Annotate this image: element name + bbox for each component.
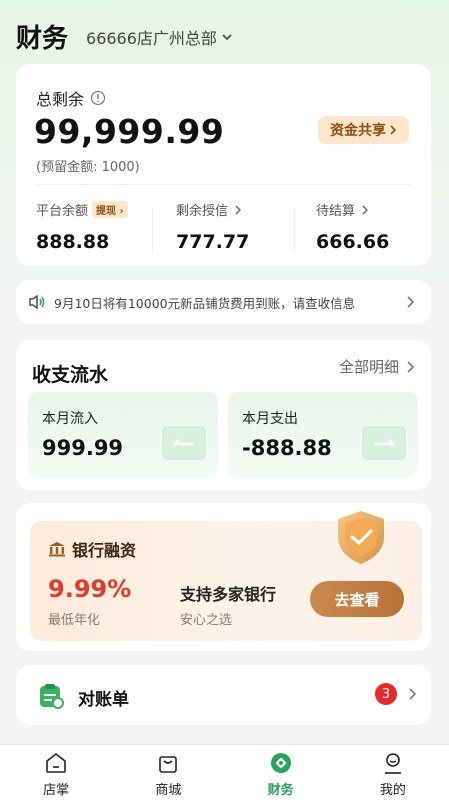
chevron-right-icon	[407, 296, 415, 308]
reassurance-text: 安心之选	[180, 613, 233, 628]
pending-settlement-value: 666.66	[316, 231, 390, 253]
cash-flow-card: 收支流水 全部明细 本月流入 999.99 本月支出 -888.88	[16, 340, 431, 490]
notification-badge: 3	[375, 683, 397, 705]
store-selector[interactable]: 66666店广州总部	[86, 25, 217, 49]
divider	[294, 208, 295, 252]
tab-home[interactable]: 店掌	[0, 745, 112, 800]
chevron-down-icon[interactable]	[221, 31, 233, 43]
income-arrow-icon	[162, 426, 206, 460]
expense-arrow-icon	[362, 426, 406, 460]
notice-text: 9月10日将有10000元新品铺货费用到账，请查收信息	[54, 295, 356, 311]
rate-value: 9.99%	[48, 575, 132, 603]
user-icon	[384, 753, 401, 774]
bank-financing-header: 银行融资	[48, 537, 136, 561]
monthly-income-label: 本月流入	[42, 411, 98, 427]
statement-label: 对账单	[78, 690, 129, 710]
tab-mall[interactable]: 商城	[112, 745, 224, 800]
statement-row[interactable]: 对账单 3	[16, 665, 431, 725]
view-all-label: 全部明细	[338, 358, 399, 376]
total-remaining-amount: 99,999.99	[34, 112, 225, 151]
chevron-right-icon	[407, 360, 415, 373]
finance-icon	[270, 753, 291, 773]
home-icon	[46, 752, 66, 773]
tab-finance[interactable]: 财务	[225, 745, 337, 800]
divider	[36, 184, 411, 185]
tab-label: 商城	[155, 783, 182, 798]
shopping-bag-icon	[159, 756, 178, 773]
total-remaining-label: 总剩余	[36, 86, 106, 110]
balance-card: 总剩余 99,999.99 (预留金额: 1000) 资金共享 平台余额 提现 …	[16, 64, 431, 266]
bottom-tab-bar: 店掌 商城 财务 我的	[0, 744, 449, 800]
chevron-right-icon	[409, 688, 417, 700]
monthly-income-box[interactable]: 本月流入 999.99	[28, 392, 218, 478]
remaining-credit-label: 剩余授信	[176, 204, 229, 219]
cash-flow-title: 收支流水	[32, 364, 109, 386]
bank-icon	[49, 542, 65, 557]
pending-settlement-label: 待结算	[316, 204, 356, 219]
bank-financing-card: 银行融资 9.99% 最低年化 支持多家银行 安心之选 去查看	[16, 503, 431, 651]
remaining-credit[interactable]: 剩余授信 777.77	[176, 200, 249, 253]
monthly-income-value: 999.99	[42, 436, 124, 460]
monthly-expense-box[interactable]: 本月支出 -888.88	[228, 392, 418, 478]
view-all-details-link[interactable]: 全部明细	[339, 356, 415, 377]
page-header: 财务 66666店广州总部	[16, 18, 233, 55]
notice-bar[interactable]: 9月10日将有10000元新品铺货费用到账，请查收信息	[16, 280, 431, 324]
pending-settlement[interactable]: 待结算 666.66	[316, 200, 389, 253]
multi-bank-support: 支持多家银行	[180, 585, 277, 604]
platform-balance[interactable]: 平台余额 提现 › 888.88	[36, 200, 128, 253]
monthly-expense-label: 本月支出	[242, 411, 298, 427]
divider	[152, 208, 153, 252]
speaker-icon	[29, 294, 45, 310]
tab-label: 店掌	[43, 783, 70, 798]
bank-financing-title: 银行融资	[72, 541, 137, 560]
rate-label: 最低年化	[48, 613, 101, 628]
remaining-credit-value: 777.77	[176, 231, 250, 253]
withdraw-label: 提现	[96, 206, 117, 217]
shield-check-icon	[338, 511, 384, 564]
platform-balance-value: 888.88	[36, 231, 110, 253]
total-remaining-text: 总剩余	[36, 90, 85, 109]
monthly-expense-value: -888.88	[242, 436, 332, 460]
view-financing-button[interactable]: 去查看	[310, 581, 404, 617]
withdraw-tag[interactable]: 提现 ›	[92, 201, 128, 218]
tab-me[interactable]: 我的	[337, 745, 449, 800]
chevron-right-icon	[390, 125, 397, 135]
platform-balance-label: 平台余额	[36, 204, 89, 219]
fund-share-label: 资金共享	[330, 123, 386, 139]
page-title: 财务	[16, 24, 69, 54]
chevron-right-icon	[235, 205, 242, 214]
tab-label: 我的	[379, 783, 406, 798]
chevron-right-icon	[362, 205, 369, 214]
tab-label: 财务	[267, 783, 294, 798]
fund-share-button[interactable]: 资金共享	[318, 116, 409, 144]
info-icon[interactable]	[90, 90, 106, 106]
reserve-amount: (预留金额: 1000)	[36, 160, 140, 175]
statement-icon	[40, 684, 64, 709]
